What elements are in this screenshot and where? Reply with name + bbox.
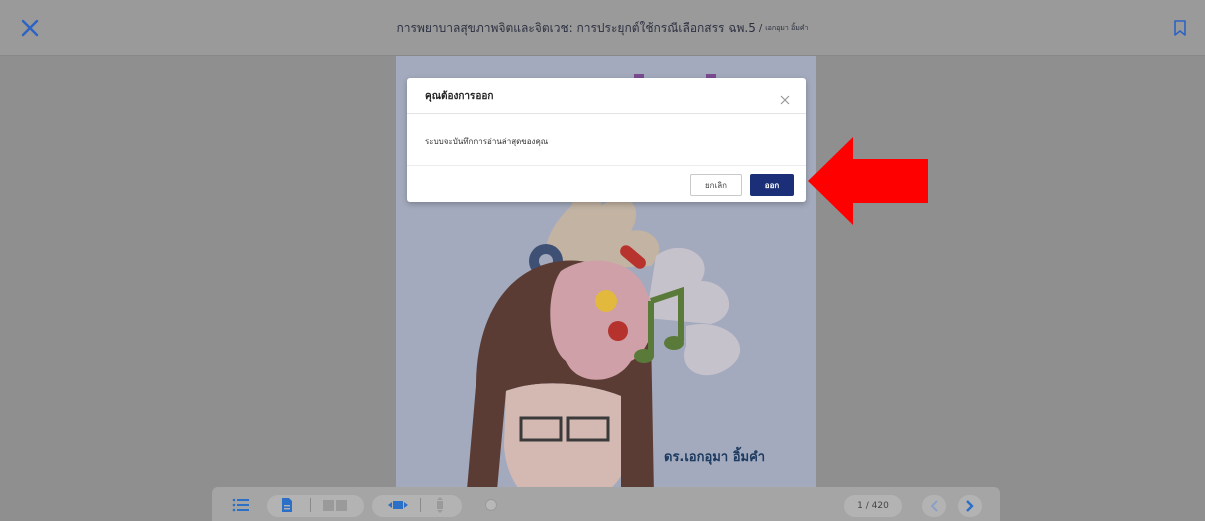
cover-author: ดร.เอกอุมา อิ้มคำ [664, 450, 766, 465]
dialog-close-icon[interactable] [780, 90, 790, 105]
top-bar: การพยาบาลสุขภาพจิตและจิตเวช: การประยุกต์… [0, 0, 1205, 56]
book-title: การพยาบาลสุขภาพจิตและจิตเวช: การประยุกต์… [396, 20, 756, 35]
book-author: เอกอุมา อิ้มคำ [765, 23, 809, 32]
next-page-button[interactable] [958, 495, 982, 517]
previous-page-button[interactable] [922, 495, 946, 517]
horizontal-scroll-icon[interactable] [387, 497, 409, 513]
toolbar-divider [420, 498, 421, 512]
bottom-toolbar: 1 / 420 [212, 487, 1000, 521]
bookmark-icon[interactable] [1173, 20, 1187, 36]
page-indicator: 1 / 420 [844, 495, 902, 517]
dialog-body: ระบบจะบันทึกการอ่านล่าสุดของคุณ [407, 114, 806, 166]
toolbar-divider [310, 498, 311, 512]
vertical-scroll-icon[interactable] [431, 497, 449, 513]
dialog-header: คุณต้องการออก [407, 78, 806, 114]
page-slider-handle[interactable] [485, 499, 497, 511]
exit-button[interactable]: ออก [750, 174, 794, 196]
chevron-left-icon [930, 500, 938, 512]
double-page-icon[interactable] [322, 497, 348, 513]
exit-dialog: คุณต้องการออก ระบบจะบันทึกการอ่านล่าสุดข… [407, 78, 806, 202]
dialog-message: ระบบจะบันทึกการอ่านล่าสุดของคุณ [425, 137, 549, 146]
title-separator: / [758, 22, 763, 34]
single-page-icon[interactable] [278, 497, 296, 513]
cancel-button[interactable]: ยกเลิก [690, 174, 742, 196]
dialog-title: คุณต้องการออก [425, 91, 494, 102]
chevron-right-icon [966, 500, 974, 512]
dialog-footer: ยกเลิก ออก [407, 166, 806, 202]
close-icon[interactable] [20, 18, 40, 38]
red-arrow-icon [808, 137, 928, 225]
table-of-contents-icon[interactable] [232, 497, 250, 513]
